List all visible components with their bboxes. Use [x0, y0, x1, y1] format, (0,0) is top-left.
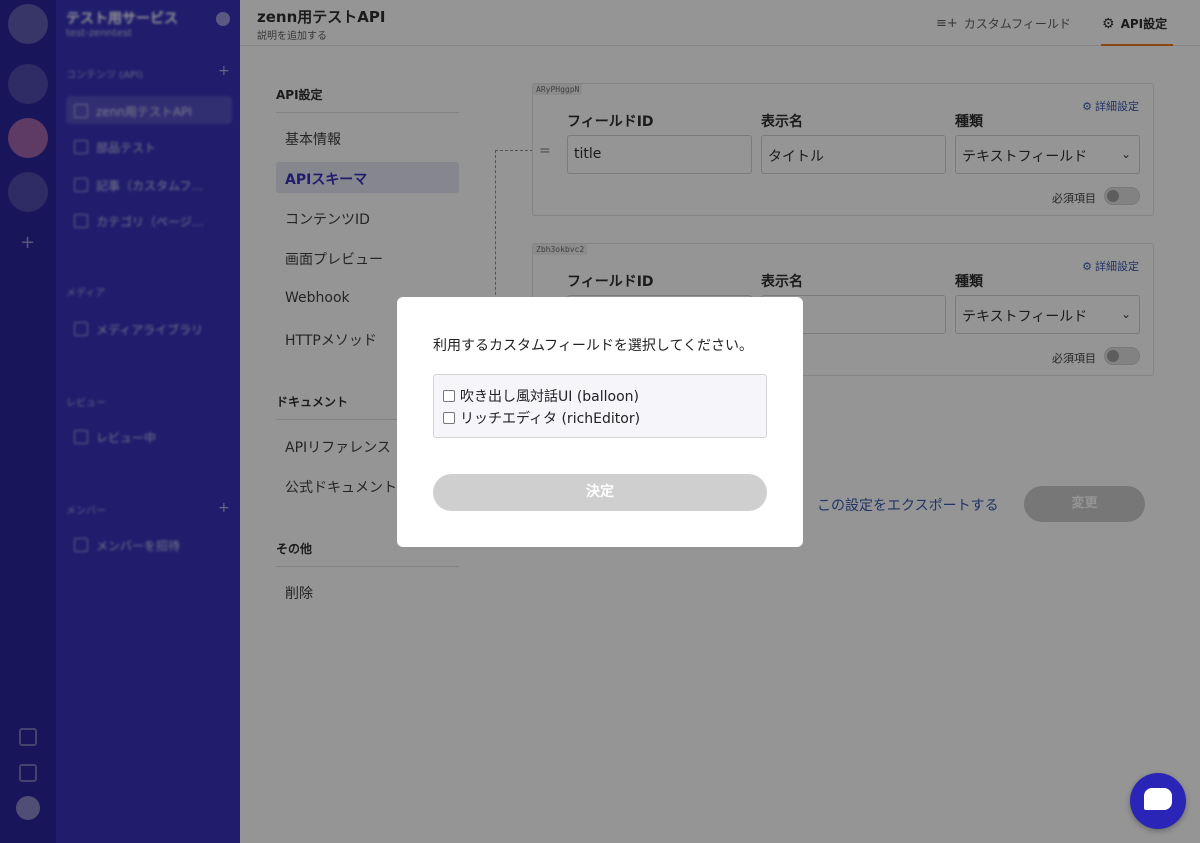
chat-support-button[interactable] [1130, 773, 1186, 829]
confirm-button[interactable]: 決定 [433, 474, 767, 511]
option-rich-editor[interactable]: リッチエディタ (richEditor) [443, 407, 766, 429]
rich-editor-checkbox[interactable] [443, 412, 455, 424]
modal-prompt: 利用するカスタムフィールドを選択してください。 [433, 338, 754, 354]
chat-bubble-icon [1144, 788, 1172, 810]
custom-field-options: 吹き出し風対話UI (balloon) リッチエディタ (richEditor) [433, 374, 767, 438]
option-balloon[interactable]: 吹き出し風対話UI (balloon) [443, 385, 766, 407]
option-rich-editor-label: リッチエディタ (richEditor) [460, 411, 641, 427]
custom-field-modal: 利用するカスタムフィールドを選択してください。 吹き出し風対話UI (ballo… [397, 297, 803, 547]
balloon-checkbox[interactable] [443, 390, 455, 402]
option-balloon-label: 吹き出し風対話UI (balloon) [460, 389, 639, 405]
